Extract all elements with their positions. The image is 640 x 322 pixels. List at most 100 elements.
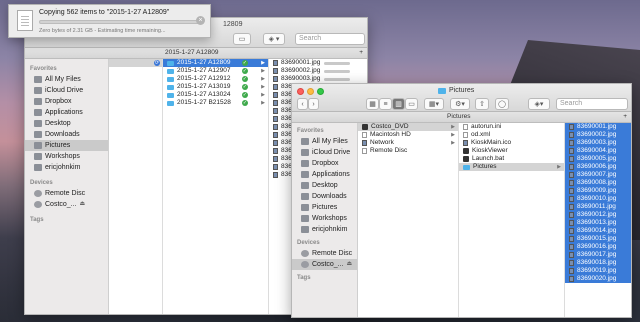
list-item[interactable]: 83690010.jpg <box>565 195 631 203</box>
forward-button[interactable]: › <box>308 98 319 110</box>
search-input[interactable]: Search <box>295 33 365 45</box>
list-item[interactable]: 2015-1-27 A12912 ✓ ▶ <box>163 75 268 83</box>
sidebar-item-workshops[interactable]: Workshops <box>25 151 108 162</box>
arrange-button[interactable]: ▦▾ <box>424 98 444 110</box>
list-item[interactable]: 83690013.jpg <box>565 219 631 227</box>
list-item[interactable]: 83690007.jpg <box>565 171 631 179</box>
list-item[interactable]: KioskViewer <box>459 147 564 155</box>
list-item[interactable]: 83690002.jpg <box>269 67 367 75</box>
list-item[interactable]: 2015-1-27 A13019 ✓ ▶ <box>163 83 268 91</box>
list-item[interactable]: 2015-1-27 B21528 ✓ ▶ <box>163 99 268 107</box>
dropbox-button[interactable]: ◈ ▾ <box>263 33 285 45</box>
list-item[interactable]: 83690019.jpg <box>565 267 631 275</box>
list-item[interactable]: 83690020.jpg <box>565 275 631 283</box>
view-column-button[interactable]: ▥ <box>392 98 405 110</box>
sidebar-item-label: Costco_... <box>312 261 344 268</box>
eject-icon[interactable]: ⏏ <box>347 259 353 270</box>
list-item[interactable]: 83690003.jpg <box>269 75 367 83</box>
list-item[interactable]: 83690003.jpg <box>565 139 631 147</box>
list-item[interactable]: 2015-1-27 A13024 ✓ ▶ <box>163 91 268 99</box>
dropbox-button[interactable]: ◈▾ <box>528 98 550 110</box>
eject-icon[interactable]: ⏏ <box>80 199 86 210</box>
image-file-icon <box>273 148 278 154</box>
sidebar-item-downloads[interactable]: Downloads <box>25 129 108 140</box>
sidebar-item-desktop[interactable]: Desktop <box>292 180 357 191</box>
sidebar-item-downloads[interactable]: Downloads <box>292 191 357 202</box>
sidebar-item-icloud-drive[interactable]: iCloud Drive <box>292 147 357 158</box>
sidebar-item-icloud-drive[interactable]: iCloud Drive <box>25 85 108 96</box>
list-item[interactable]: 83690018.jpg <box>565 259 631 267</box>
back-button[interactable]: ‹ <box>297 98 308 110</box>
list-item[interactable]: Pictures ▶ <box>459 163 564 171</box>
sidebar-item-dropbox[interactable]: Dropbox <box>25 96 108 107</box>
list-item[interactable]: 83690009.jpg <box>565 187 631 195</box>
list-item[interactable]: ⟳ <box>109 59 162 67</box>
zoom-button[interactable] <box>317 88 324 95</box>
list-item[interactable]: 83690004.jpg <box>565 147 631 155</box>
disc-icon <box>301 250 309 257</box>
list-item[interactable]: 83690012.jpg <box>565 211 631 219</box>
sidebar-item-applications[interactable]: Applications <box>25 107 108 118</box>
copy-status: Zero bytes of 2.31 GB - Estimating time … <box>39 28 166 34</box>
list-item-label: 83690018.jpg <box>577 259 617 266</box>
view-icon-button[interactable]: ▦ <box>366 98 379 110</box>
list-item[interactable]: 83690005.jpg <box>565 155 631 163</box>
add-tab-icon[interactable]: + <box>623 112 627 122</box>
share-button[interactable]: ⇧ <box>475 98 489 110</box>
sidebar-item-home[interactable]: ericjohnkim <box>292 224 357 235</box>
list-item[interactable]: Macintosh HD ▶ <box>358 131 458 139</box>
list-item[interactable]: 83690001.jpg <box>269 59 367 67</box>
list-item[interactable]: Remote Disc <box>358 147 458 155</box>
sidebar-item-all-my-files[interactable]: All My Files <box>25 74 108 85</box>
list-item-label: Launch.bat <box>472 155 505 162</box>
home-icon <box>301 226 309 233</box>
list-item[interactable]: Launch.bat <box>459 155 564 163</box>
search-input[interactable]: Search <box>556 98 628 110</box>
minimize-button[interactable] <box>307 88 314 95</box>
list-item[interactable]: 2015-1-27 A12907 ✓ ▶ <box>163 67 268 75</box>
files-icon <box>301 138 309 145</box>
sidebar-item-costco[interactable]: Costco_... ⏏ <box>292 259 357 270</box>
sidebar-item-desktop[interactable]: Desktop <box>25 118 108 129</box>
check-icon: ✓ <box>241 60 248 66</box>
action-button[interactable]: ⚙▾ <box>450 98 470 110</box>
list-item[interactable]: 83690006.jpg <box>565 163 631 171</box>
file-progress-bar <box>324 69 351 73</box>
cancel-copy-button[interactable]: × <box>196 16 205 25</box>
list-item[interactable]: KioskMain.ico <box>459 139 564 147</box>
sidebar-item-dropbox[interactable]: Dropbox <box>292 158 357 169</box>
list-item[interactable]: 83690017.jpg <box>565 251 631 259</box>
image-file-icon <box>569 188 574 194</box>
action-button[interactable]: ▭ <box>233 33 251 45</box>
sidebar-item-home[interactable]: ericjohnkim <box>25 162 108 173</box>
sidebar-item-costco[interactable]: Costco_... ⏏ <box>25 199 108 210</box>
sidebar-item-workshops[interactable]: Workshops <box>292 213 357 224</box>
add-icon[interactable]: + <box>359 48 363 58</box>
sidebar-item-applications[interactable]: Applications <box>292 169 357 180</box>
list-item-label: 83690003.jpg <box>281 75 321 82</box>
dvd-icon <box>34 201 42 208</box>
sidebar-item-pictures[interactable]: Pictures <box>25 140 108 151</box>
list-item[interactable]: autorun.ini <box>459 123 564 131</box>
list-item[interactable]: 83690002.jpg <box>565 131 631 139</box>
sidebar-item-remote-disc[interactable]: Remote Disc <box>292 248 357 259</box>
sidebar-item-remote-disc[interactable]: Remote Disc <box>25 188 108 199</box>
list-item[interactable]: Network ▶ <box>358 139 458 147</box>
view-list-button[interactable]: ≡ <box>379 98 392 110</box>
list-item[interactable]: 83690016.jpg <box>565 243 631 251</box>
list-item[interactable]: 2015-1-27 A12809 ✓ ▶ <box>163 59 268 67</box>
list-item[interactable]: Costco_DVD ▶ <box>358 123 458 131</box>
close-button[interactable] <box>297 88 304 95</box>
list-item[interactable]: 83690011.jpg <box>565 203 631 211</box>
sidebar-item-all-my-files[interactable]: All My Files <box>292 136 357 147</box>
tags-button[interactable]: ◯ <box>495 98 509 110</box>
list-item[interactable]: 83690001.jpg <box>565 123 631 131</box>
list-item[interactable]: 83690014.jpg <box>565 227 631 235</box>
sidebar-item-pictures[interactable]: Pictures <box>292 202 357 213</box>
list-item[interactable]: 83690008.jpg <box>565 179 631 187</box>
view-coverflow-button[interactable]: ▭ <box>405 98 418 110</box>
list-item[interactable]: od.xml <box>459 131 564 139</box>
list-item[interactable]: 83690015.jpg <box>565 235 631 243</box>
sidebar-header-tags: Tags <box>30 217 44 223</box>
sidebar-item-label: Remote Disc <box>45 190 86 197</box>
